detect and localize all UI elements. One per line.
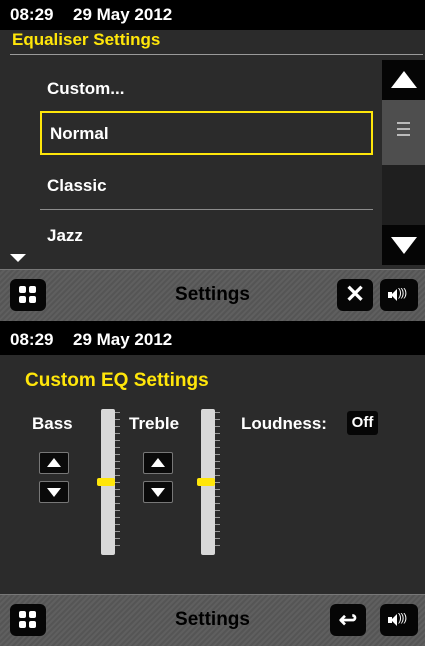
custom-eq-settings-screen: 08:29 29 May 2012 Custom EQ Settings Bas… — [0, 325, 425, 646]
equaliser-settings-screen: 08:29 29 May 2012 Equaliser Settings Cus… — [0, 0, 425, 321]
sound-waves-icon: ))) — [398, 612, 407, 624]
bass-up-button[interactable] — [39, 452, 69, 474]
slider-ticks — [215, 412, 220, 552]
bass-slider-thumb[interactable] — [97, 478, 115, 486]
scroll-down-button[interactable] — [382, 225, 425, 265]
title-divider — [10, 54, 423, 55]
bottom-bar: Settings ↩ ))) — [0, 594, 425, 646]
treble-label: Treble — [129, 414, 180, 433]
treble-slider-thumb[interactable] — [197, 478, 215, 486]
bass-label: Bass — [32, 414, 73, 433]
clock-date: 29 May 2012 — [73, 330, 173, 349]
status-bar: 08:29 29 May 2012 — [0, 325, 425, 355]
back-button[interactable]: ↩ — [330, 604, 366, 636]
back-icon: ↩ — [338, 607, 358, 632]
bottom-bar: Settings ✕ ))) — [0, 269, 425, 321]
sound-waves-icon: ))) — [398, 287, 407, 299]
list-item-label: Custom... — [47, 79, 125, 98]
more-below-indicator-icon — [10, 254, 26, 262]
list-divider — [40, 209, 373, 210]
loudness-value: Off — [351, 414, 374, 431]
list-item-custom[interactable]: Custom... — [40, 67, 373, 111]
close-icon: ✕ — [344, 281, 366, 308]
page-title: Equaliser Settings — [12, 30, 161, 49]
volume-icon — [388, 614, 397, 626]
loudness-toggle[interactable]: Off — [347, 411, 378, 435]
volume-button[interactable]: ))) — [380, 279, 418, 311]
clock-time: 08:29 — [10, 5, 54, 24]
list-item-label: Jazz — [47, 226, 83, 245]
scrollbar[interactable] — [382, 60, 425, 265]
treble-down-button[interactable] — [143, 481, 173, 503]
loudness-label: Loudness: — [241, 414, 327, 433]
page-title: Custom EQ Settings — [25, 370, 209, 391]
treble-slider[interactable] — [197, 409, 220, 555]
list-item-label: Classic — [47, 176, 107, 195]
volume-button[interactable]: ))) — [380, 604, 418, 636]
scroll-thumb[interactable] — [382, 100, 425, 165]
clock-date: 29 May 2012 — [73, 5, 173, 24]
bass-down-button[interactable] — [39, 481, 69, 503]
scroll-up-button[interactable] — [382, 60, 425, 100]
list-item-classic[interactable]: Classic — [40, 164, 373, 208]
clock-time: 08:29 — [10, 330, 54, 349]
slider-ticks — [115, 412, 120, 552]
bass-slider[interactable] — [97, 409, 120, 555]
close-button[interactable]: ✕ — [337, 279, 373, 311]
treble-up-button[interactable] — [143, 452, 173, 474]
list-item-normal[interactable]: Normal — [40, 111, 373, 155]
list-item-label: Normal — [50, 124, 109, 143]
volume-icon — [388, 289, 397, 301]
status-bar: 08:29 29 May 2012 — [0, 0, 425, 30]
list-item-jazz[interactable]: Jazz — [40, 214, 373, 258]
